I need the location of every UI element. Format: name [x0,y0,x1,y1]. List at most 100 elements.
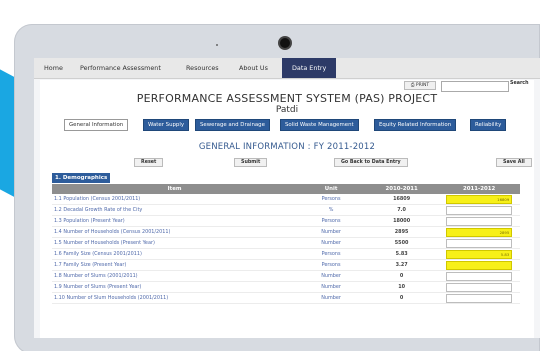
nav-home[interactable]: Home [44,64,63,72]
year-2011-input[interactable]: 2895 [446,227,513,237]
year-2010-value: 10 [364,281,439,293]
front-camera-dot [216,44,218,46]
item-cell: 1.10 Number of Slum Households (2001/201… [52,292,298,304]
nav-data-entry[interactable]: Data Entry [282,58,337,78]
year-2010-value: 5500 [364,237,439,249]
table-header-row: Item Unit 2010-2011 2011-2012 [52,184,520,194]
table-row: 1.1 Population (Census 2001/2011) Persons… [52,194,520,205]
year-2010-value: 18000 [364,215,439,227]
year-2010-value: 0 [364,270,439,282]
year-2011-input[interactable] [446,205,513,215]
year-2011-input[interactable] [446,216,513,226]
tab-general-information[interactable]: General Information [64,119,129,131]
nav-resources[interactable]: Resources [186,64,219,72]
unit-cell: Number [297,237,365,249]
year-2010-value: 2895 [364,226,439,238]
table-row: 1.5 Number of Households (Present Year) N… [52,237,520,249]
table-row: 1.8 Number of Slums (2001/2011) Number 0 [52,270,520,282]
year-2011-input[interactable]: 16809 [446,194,513,204]
year-2011-cell: 2895 [438,226,520,238]
city-name: Patdi [275,105,299,115]
reset-button[interactable]: Reset [134,158,164,167]
year-2011-cell [438,237,520,249]
scene: Home Performance Assessment Resources Ab… [0,0,540,351]
tab-water-supply[interactable]: Water Supply [143,119,190,131]
search-button[interactable]: Search [510,81,529,86]
submit-button[interactable]: Submit [234,158,268,167]
year-2010-value: 0 [364,292,439,304]
unit-cell: Number [297,270,365,282]
item-column-header: Item [52,184,298,194]
item-cell: 1.2 Decadal Growth Rate of the City [52,204,298,216]
year-2011-input[interactable]: 5.83 [446,249,513,259]
unit-column-header: Unit [297,184,365,194]
unit-cell: Persons [297,194,365,205]
unit-cell: Persons [297,248,365,260]
year-2010-value: 5.83 [364,248,439,260]
form-actions: Reset Submit Go Back to Data Entry Save … [40,158,534,168]
year-2011-cell [438,270,520,282]
table-row: 1.9 Number of Slums (Present Year) Number… [52,281,520,293]
year-2011-cell: 5.83 [438,248,520,260]
table-row: 1.7 Family Size (Present Year) Persons 3.2… [52,259,520,271]
screen: Home Performance Assessment Resources Ab… [34,58,540,338]
table-row: 1.10 Number of Slum Households (2001/201… [52,292,520,304]
year-2011-cell [438,281,520,293]
table-row: 1.6 Family Size (Census 2001/2011) Person… [52,248,520,260]
table-row: 1.4 Number of Households (Census 2001/20… [52,226,520,238]
tab-reliability[interactable]: Reliability [470,119,507,131]
unit-cell: Persons [297,215,365,227]
item-cell: 1.1 Population (Census 2001/2011) [52,194,298,205]
item-cell: 1.6 Family Size (Census 2001/2011) [52,248,298,260]
year-2010-value: 3.27 [364,259,439,271]
item-cell: 1.3 Population (Present Year) [52,215,298,227]
tab-equity-related-information[interactable]: Equity Related Information [374,119,457,131]
year-2011-input[interactable] [446,271,513,281]
unit-cell: Number [297,226,365,238]
year-2010-column-header: 2010-2011 [364,184,439,194]
year-2011-cell [438,215,520,227]
year-2011-cell [438,204,520,216]
year-2011-value: 16809 [497,196,510,202]
year-2011-column-header: 2011-2012 [438,184,520,194]
tab-sewerage-and-drainage[interactable]: Sewerage and Drainage [195,119,270,131]
print-label: PRINT [415,83,430,88]
year-2011-input[interactable] [446,238,513,248]
item-cell: 1.8 Number of Slums (2001/2011) [52,270,298,282]
demographics-table: Item Unit 2010-2011 2011-2012 1.1 Popula… [52,184,520,304]
page-title: PERFORMANCE ASSESSMENT SYSTEM (PAS) PROJ… [136,92,438,105]
tab-solid-waste-management[interactable]: Solid Waste Management [280,119,359,131]
year-2011-input[interactable] [446,293,513,303]
page-content: ⎙ PRINT Search PERFORMANCE ASSESSMENT SY… [40,80,534,338]
unit-cell: Number [297,281,365,293]
camera-lens [280,38,290,48]
item-cell: 1.9 Number of Slums (Present Year) [52,281,298,293]
unit-cell: Persons [297,259,365,271]
year-2011-cell: 16809 [438,194,520,205]
item-cell: 1.7 Family Size (Present Year) [52,259,298,271]
save-all-button[interactable]: Save All [496,158,532,167]
year-2010-value: 16809 [364,194,439,205]
print-button[interactable]: ⎙ PRINT [404,81,436,90]
demographics-heading: 1. Demographics [52,173,111,183]
search-input[interactable] [441,81,509,92]
year-2011-cell [438,259,520,271]
unit-cell: Number [297,292,365,304]
top-navigation: Home Performance Assessment Resources Ab… [34,58,540,79]
table-row: 1.3 Population (Present Year) Persons 1800… [52,215,520,227]
year-2011-input[interactable] [446,260,513,270]
year-2010-value: 7.0 [364,204,439,216]
year-2011-value: 2895 [499,229,510,235]
section-title: GENERAL INFORMATION : FY 2011-2012 [198,142,376,152]
table-row: 1.2 Decadal Growth Rate of the City% 7.0 [52,204,520,216]
item-cell: 1.4 Number of Households (Census 2001/20… [52,226,298,238]
year-2011-cell [438,292,520,304]
year-2011-value: 5.83 [500,251,510,257]
top-tools: ⎙ PRINT Search [40,80,534,92]
item-cell: 1.5 Number of Households (Present Year) [52,237,298,249]
year-2011-input[interactable] [446,282,513,292]
unit-cell: % [297,204,365,216]
nav-about-us[interactable]: About Us [239,64,268,72]
nav-performance-assessment[interactable]: Performance Assessment [80,64,161,72]
go-back-button[interactable]: Go Back to Data Entry [334,158,408,167]
